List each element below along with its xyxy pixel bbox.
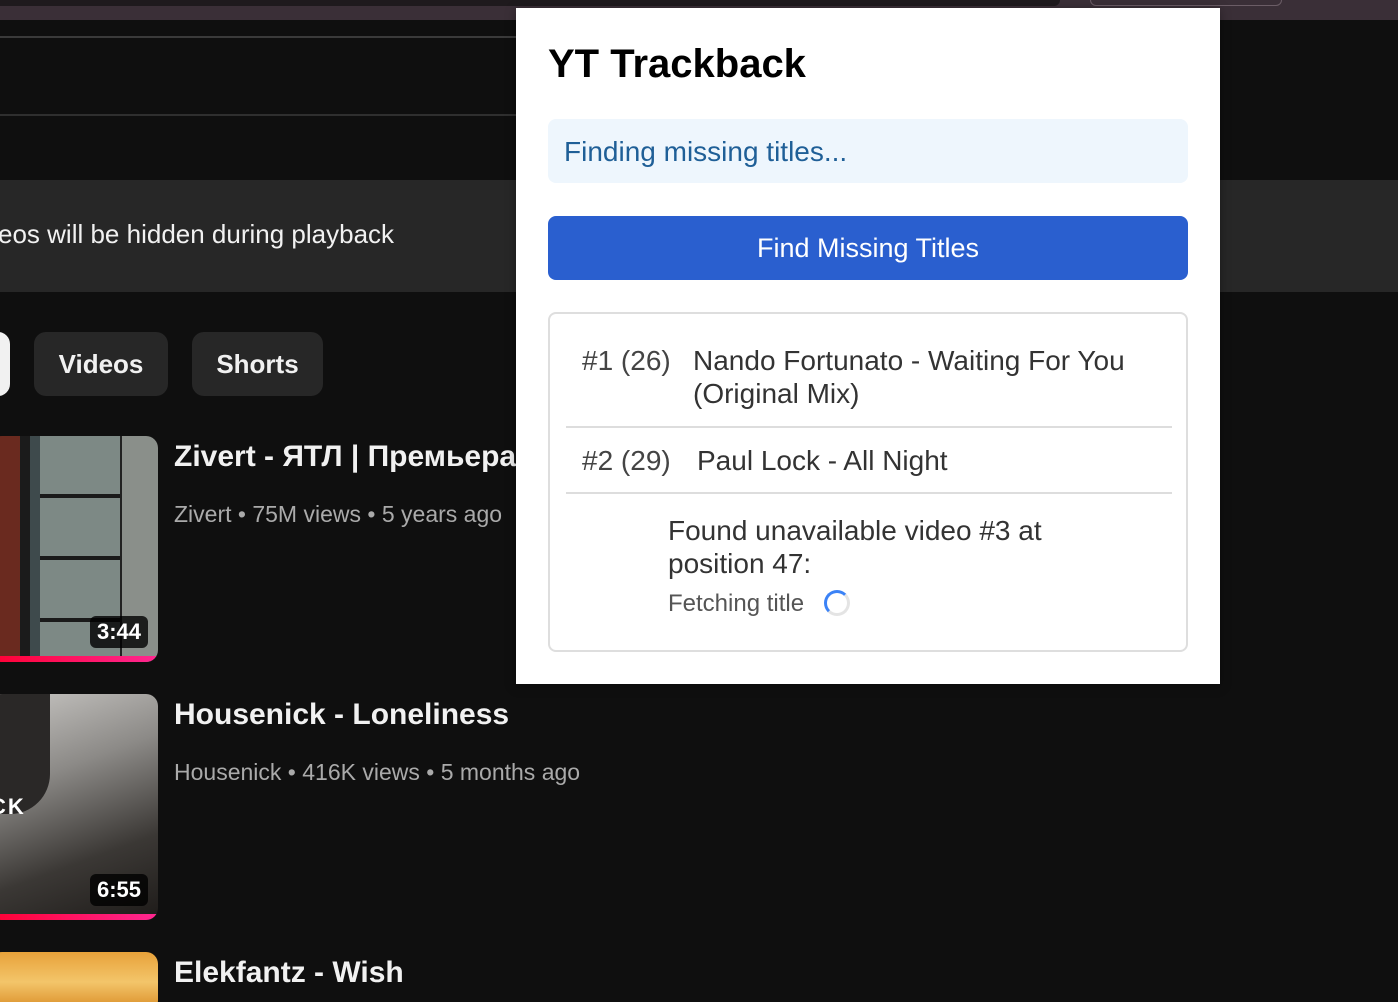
video-meta: Zivert • 75M views • 5 years ago (174, 501, 502, 528)
thumbnail-text: CK (0, 794, 26, 819)
watch-progress-bar (0, 914, 158, 920)
fetching-label: Fetching title (668, 590, 805, 617)
playback-notice-text: eos will be hidden during playback (0, 219, 395, 249)
meta-separator: • (426, 759, 435, 785)
result-index: #1 (26) (582, 345, 671, 376)
page: eos will be hidden during playback Video… (0, 0, 1398, 1002)
popup-title: YT Trackback (548, 42, 806, 86)
view-count: 416K views (302, 759, 420, 785)
pending-message: Found unavailable video #3 at position 4… (668, 515, 1042, 579)
upload-age: 5 years ago (381, 501, 503, 527)
video-title[interactable]: Elekfantz - Wish (174, 956, 404, 990)
watch-progress-bar (0, 656, 158, 662)
channel-name[interactable]: Zivert (174, 501, 232, 527)
duration-badge: 6:55 (89, 874, 148, 906)
extension-popup: YT Trackback Finding missing titles... F… (516, 8, 1220, 684)
result-title: Nando Fortunato - Waiting For You (Origi… (693, 345, 1125, 409)
top-bar-pill[interactable] (1090, 0, 1282, 6)
upload-age: 5 months ago (440, 759, 581, 785)
video-title[interactable]: Housenick - Loneliness (174, 698, 509, 732)
divider (0, 114, 520, 116)
video-title[interactable]: Zivert - ЯТЛ | Премьера (174, 440, 516, 474)
meta-separator: • (367, 501, 376, 527)
video-thumbnail[interactable]: 3:44 (0, 436, 158, 662)
channel-name[interactable]: Housenick (174, 759, 281, 785)
status-text: Finding missing titles... (564, 136, 848, 167)
meta-separator: • (287, 759, 296, 785)
chip-shorts[interactable]: Shorts (192, 332, 323, 396)
video-thumbnail[interactable] (0, 952, 158, 1002)
result-index: #2 (29) (582, 445, 671, 476)
video-meta: Housenick • 416K views • 5 months ago (174, 759, 580, 786)
status-box: Finding missing titles... (548, 119, 1188, 183)
result-item: #2 (29) Paul Lock - All Night (566, 444, 1172, 494)
find-missing-titles-button[interactable]: Find Missing Titles (548, 216, 1188, 280)
meta-separator: • (237, 501, 246, 527)
search-bar[interactable] (0, 0, 1060, 6)
chip-all[interactable] (0, 332, 10, 396)
result-item: #1 (26) Nando Fortunato - Waiting For Yo… (566, 344, 1172, 428)
loading-spinner-icon (824, 590, 850, 616)
divider (0, 36, 520, 38)
view-count: 75M views (252, 501, 361, 527)
result-title: Paul Lock - All Night (697, 445, 948, 476)
chip-videos[interactable]: Videos (34, 332, 168, 396)
results-list: #1 (26) Nando Fortunato - Waiting For Yo… (548, 312, 1188, 652)
video-thumbnail[interactable]: CK 6:55 (0, 694, 158, 920)
duration-badge: 3:44 (89, 616, 148, 648)
